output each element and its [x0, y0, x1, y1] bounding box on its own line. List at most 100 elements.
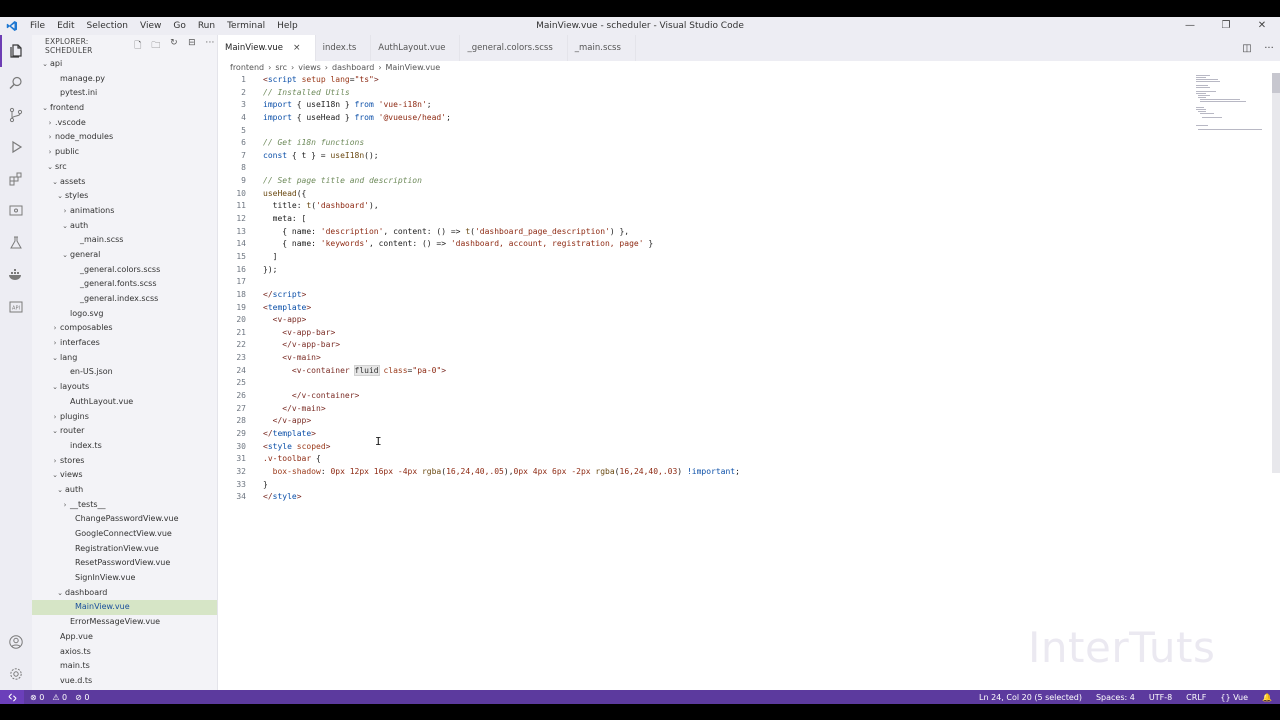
ports-count[interactable]: ⊘ 0 [75, 693, 89, 702]
code-line[interactable]: 29 </template> [218, 428, 1178, 441]
more-actions-icon[interactable]: ··· [1258, 43, 1280, 54]
search-icon[interactable] [0, 67, 32, 99]
collapse-icon[interactable]: ⊟ [185, 38, 199, 54]
code-line[interactable]: 13 { name: 'description', content: () =>… [218, 226, 1178, 239]
menu-help[interactable]: Help [271, 17, 304, 35]
minimize-icon[interactable]: — [1172, 17, 1208, 35]
code-line[interactable]: 33} [218, 479, 1178, 492]
tree-item[interactable]: › plugins [32, 410, 217, 425]
encoding[interactable]: UTF-8 [1149, 693, 1172, 702]
errors-count[interactable]: ⊗ 0 [30, 693, 44, 702]
menu-file[interactable]: File [24, 17, 51, 35]
tree-item[interactable]: ⌄ frontend [32, 101, 217, 116]
code-line[interactable]: 27 </v-main> [218, 403, 1178, 416]
code-line[interactable]: 16}); [218, 264, 1178, 277]
tree-item[interactable]: ⌄ router [32, 424, 217, 439]
tree-item[interactable]: _general.colors.scss [32, 263, 217, 278]
remote-explorer-icon[interactable] [0, 195, 32, 227]
tree-item[interactable]: index.ts [32, 439, 217, 454]
tree-item[interactable]: main.ts [32, 659, 217, 674]
code-line[interactable]: 20 <v-app> [218, 314, 1178, 327]
code-line[interactable]: 23 <v-main> [218, 352, 1178, 365]
code-line[interactable]: 17 [218, 276, 1178, 289]
account-icon[interactable] [0, 626, 32, 658]
tree-item[interactable]: › public [32, 145, 217, 160]
tree-item[interactable]: ⌄ assets [32, 175, 217, 190]
maximize-icon[interactable]: ❐ [1208, 17, 1244, 35]
tree-item[interactable]: ⌄ general [32, 248, 217, 263]
code-line[interactable]: 4 import { useHead } from '@vueuse/head'; [218, 112, 1178, 125]
menu-selection[interactable]: Selection [81, 17, 134, 35]
code-line[interactable]: 6 // Get i18n functions [218, 137, 1178, 150]
indentation[interactable]: Spaces: 4 [1096, 693, 1135, 702]
tree-item[interactable]: ⌄ dashboard [32, 586, 217, 601]
tree-item[interactable]: vue.d.ts [32, 674, 217, 689]
extensions-icon[interactable] [0, 163, 32, 195]
tree-item[interactable]: AuthLayout.vue [32, 395, 217, 410]
code-line[interactable]: 15 ] [218, 251, 1178, 264]
warnings-count[interactable]: ⚠ 0 [52, 693, 67, 702]
tab-index-ts[interactable]: index.ts [316, 35, 372, 61]
menu-run[interactable]: Run [192, 17, 221, 35]
split-editor-icon[interactable]: ◫ [1236, 43, 1258, 54]
menu-edit[interactable]: Edit [51, 17, 80, 35]
close-icon[interactable]: ✕ [1244, 17, 1280, 35]
tree-item[interactable]: _main.scss [32, 233, 217, 248]
code-line[interactable]: 32 box-shadow: 0px 12px 16px -4px rgba(1… [218, 466, 1178, 479]
code-line[interactable]: 2 // Installed Utils [218, 87, 1178, 100]
testing-icon[interactable] [0, 227, 32, 259]
code-line[interactable]: 9 // Set page title and description [218, 175, 1178, 188]
tree-item[interactable]: ⌄ auth [32, 483, 217, 498]
minimap[interactable] [1192, 73, 1272, 133]
tree-item[interactable]: MainView.vue [32, 600, 217, 616]
code-line[interactable]: 5 [218, 125, 1178, 138]
tree-item[interactable]: ⌄ api [32, 57, 217, 72]
tab-main-scss[interactable]: _main.scss [568, 35, 636, 61]
code-line[interactable]: 22 </v-app-bar> [218, 339, 1178, 352]
notifications-bell-icon[interactable]: 🔔 [1262, 693, 1272, 702]
tree-item[interactable]: ChangePasswordView.vue [32, 512, 217, 527]
code-line[interactable]: 19 <template> [218, 302, 1178, 315]
tree-item[interactable]: › __tests__ [32, 498, 217, 513]
tree-item[interactable]: › animations [32, 204, 217, 219]
code-line[interactable]: 24 <v-container fluid class="pa-0"> [218, 364, 1178, 378]
tab-general-colors-scss[interactable]: _general.colors.scss [460, 35, 568, 61]
tree-item[interactable]: RegistrationView.vue [32, 542, 217, 557]
code-line[interactable]: 8 [218, 162, 1178, 175]
tab-authlayout-vue[interactable]: AuthLayout.vue [371, 35, 461, 61]
settings-gear-icon[interactable] [0, 658, 32, 690]
tree-item[interactable]: › interfaces [32, 336, 217, 351]
tree-item[interactable]: pytest.ini [32, 86, 217, 101]
code-line[interactable]: 34 </style> [218, 491, 1178, 504]
code-line[interactable]: 12 meta: [ [218, 213, 1178, 226]
code-line[interactable]: 14 { name: 'keywords', content: () => 'd… [218, 238, 1178, 251]
tree-item[interactable]: ⌄ layouts [32, 380, 217, 395]
refresh-icon[interactable]: ↻ [167, 38, 181, 54]
tree-item[interactable]: ResetPasswordView.vue [32, 556, 217, 571]
tree-item[interactable]: manage.py [32, 72, 217, 87]
more-icon[interactable]: ··· [203, 38, 217, 54]
source-control-icon[interactable] [0, 99, 32, 131]
cursor-position[interactable]: Ln 24, Col 20 (5 selected) [979, 693, 1082, 702]
new-file-icon[interactable]: 🗋 [131, 38, 145, 54]
breadcrumb-item[interactable]: MainView.vue [386, 63, 441, 72]
breadcrumb-item[interactable]: dashboard [332, 63, 374, 72]
new-folder-icon[interactable]: 🗀 [149, 38, 163, 54]
code-line[interactable]: 26 </v-container> [218, 390, 1178, 403]
run-debug-icon[interactable] [0, 131, 32, 163]
tree-item[interactable]: ⌄ views [32, 468, 217, 483]
tree-item[interactable]: › node_modules [32, 130, 217, 145]
docker-icon[interactable] [0, 259, 32, 291]
explorer-icon[interactable] [0, 35, 32, 67]
line-ending[interactable]: CRLF [1186, 693, 1206, 702]
tab-mainview-vue[interactable]: MainView.vue × [218, 35, 316, 61]
code-line[interactable]: 18 </script> [218, 289, 1178, 302]
code-line[interactable]: 21 <v-app-bar> [218, 327, 1178, 340]
code-line[interactable]: 25 [218, 377, 1178, 390]
language-mode[interactable]: {} Vue [1220, 693, 1248, 702]
code-line[interactable]: 11 title: t('dashboard'), [218, 200, 1178, 213]
tree-item[interactable]: App.vue [32, 630, 217, 645]
tree-item[interactable]: GoogleConnectView.vue [32, 527, 217, 542]
menu-terminal[interactable]: Terminal [221, 17, 271, 35]
vertical-scrollbar[interactable] [1272, 73, 1280, 473]
